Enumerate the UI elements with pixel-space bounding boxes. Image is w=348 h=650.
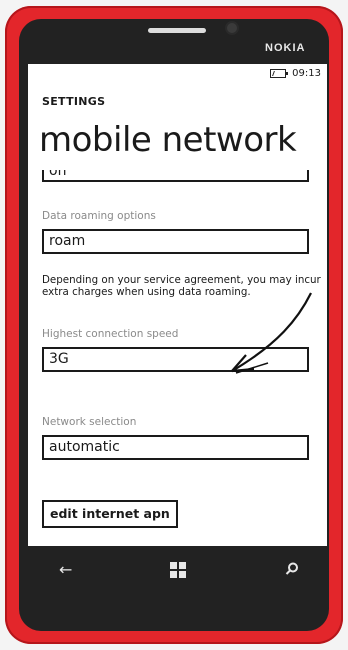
section-label: SETTINGS	[42, 95, 106, 108]
back-arrow-icon[interactable]: ←	[59, 560, 72, 579]
status-time: 09:13	[292, 68, 321, 79]
status-bar: 09:13	[270, 68, 321, 79]
edit-internet-apn-button[interactable]: edit internet apn	[42, 500, 178, 528]
connection-speed-value: 3G	[49, 351, 69, 367]
page-title: mobile network	[39, 120, 297, 160]
earpiece-speaker	[148, 28, 206, 33]
phone-screen: 09:13 SETTINGS mobile network on Data ro…	[28, 64, 327, 546]
brand-logo: NOKIA	[265, 42, 306, 54]
data-connection-value: on	[49, 170, 67, 179]
data-connection-select[interactable]: on	[42, 170, 309, 182]
network-selection-select[interactable]: automatic	[42, 435, 309, 460]
network-selection-value: automatic	[49, 439, 120, 455]
front-camera	[227, 23, 237, 33]
windows-logo-icon[interactable]	[170, 562, 186, 578]
battery-charging-icon	[270, 69, 289, 78]
data-roaming-select[interactable]: roam	[42, 229, 309, 254]
annotation-arrow-icon	[231, 292, 312, 374]
data-roaming-value: roam	[49, 233, 86, 249]
search-icon[interactable]	[285, 562, 299, 576]
hardware-nav-bar: ←	[28, 548, 327, 598]
network-selection-label: Network selection	[42, 416, 137, 428]
connection-speed-label: Highest connection speed	[42, 328, 179, 340]
data-roaming-label: Data roaming options	[42, 210, 156, 222]
